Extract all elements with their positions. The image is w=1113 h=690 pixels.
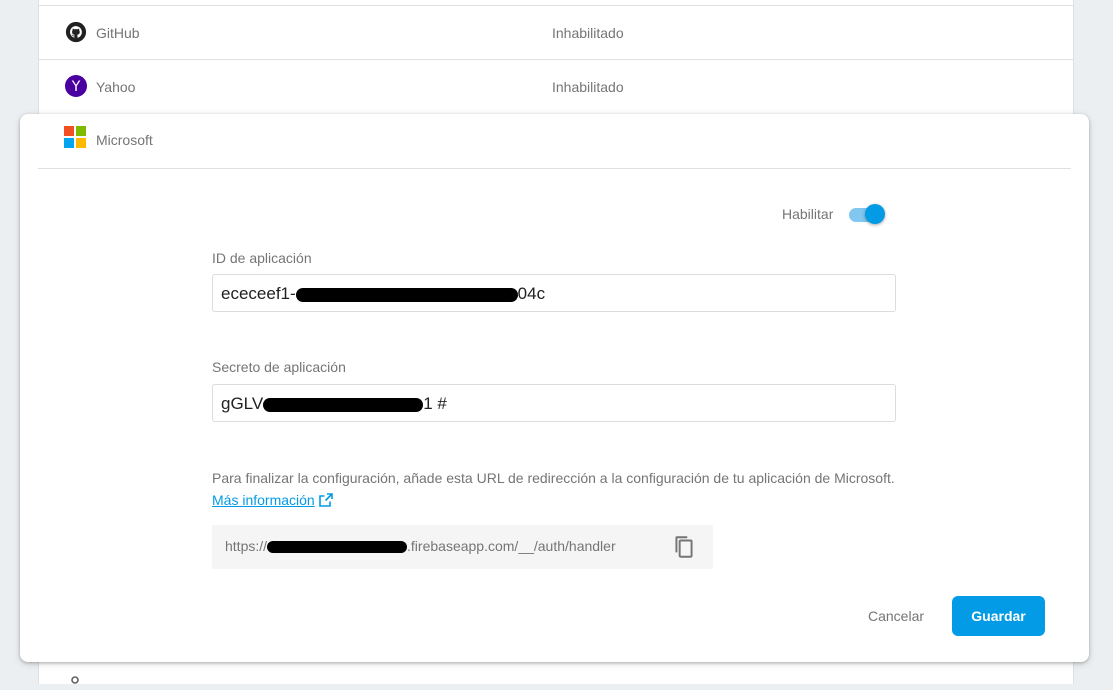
url-prefix: https:// — [225, 538, 268, 554]
info-message: Para finalizar la configuración, añade e… — [212, 470, 895, 486]
app-id-label: ID de aplicación — [212, 250, 312, 266]
enable-control: Habilitar — [782, 203, 887, 225]
provider-row-partial — [38, 670, 1072, 690]
enable-toggle[interactable] — [847, 203, 887, 225]
provider-name: GitHub — [96, 25, 140, 41]
app-id-field[interactable]: ececeef1- 04c — [212, 274, 896, 312]
save-button[interactable]: Guardar — [952, 596, 1045, 636]
external-link-icon[interactable] — [318, 493, 333, 507]
redirect-info-text: Para finalizar la configuración, añade e… — [212, 467, 902, 511]
copy-icon[interactable] — [671, 534, 697, 560]
provider-status: Inhabilitado — [552, 79, 624, 95]
toggle-thumb — [865, 204, 886, 224]
more-info-link[interactable]: Más información — [212, 492, 315, 508]
app-secret-field[interactable]: gGLV 1 # — [212, 384, 896, 422]
app-id-value-end: 04c — [517, 284, 546, 303]
redirect-url[interactable]: https:// .firebaseapp.com/__/auth/handler — [225, 538, 616, 554]
dialog-header: Microsoft — [38, 114, 1071, 169]
dialog-title: Microsoft — [96, 132, 153, 148]
yahoo-icon: Y — [65, 75, 87, 97]
enable-label: Habilitar — [782, 206, 834, 222]
url-suffix: .firebaseapp.com/__/auth/handler — [407, 538, 616, 554]
svg-text:Y: Y — [71, 79, 81, 95]
redirect-url-box: https:// .firebaseapp.com/__/auth/handler — [212, 525, 713, 569]
cancel-button[interactable]: Cancelar — [850, 596, 942, 636]
app-secret-value-start: gGLV — [221, 394, 264, 413]
app-id-value-start: ececeef1- — [221, 284, 296, 303]
app-secret-value-end: 1 # — [423, 394, 447, 413]
redaction-mark — [263, 397, 424, 412]
person-icon — [71, 676, 79, 684]
redaction-mark — [267, 541, 408, 554]
microsoft-provider-dialog: Microsoft Habilitar ID de aplicación ece… — [20, 114, 1089, 662]
provider-row-yahoo[interactable]: Y Yahoo Inhabilitado — [39, 59, 1073, 114]
microsoft-logo-icon — [64, 126, 86, 148]
github-icon — [65, 21, 87, 43]
app-secret-label: Secreto de aplicación — [212, 359, 346, 375]
redaction-mark — [295, 287, 518, 302]
provider-row-github[interactable]: GitHub Inhabilitado — [39, 5, 1073, 60]
provider-status: Inhabilitado — [552, 25, 624, 41]
provider-name: Yahoo — [96, 79, 136, 95]
